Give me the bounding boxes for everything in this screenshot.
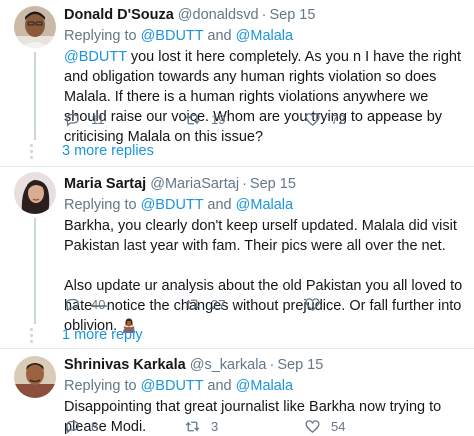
tweet-text: @BDUTT you lost it here completely. As y… xyxy=(64,47,464,147)
show-more-replies[interactable]: 1 more reply xyxy=(62,325,143,345)
user-handle[interactable]: @s_karkala xyxy=(190,357,267,373)
thread-line xyxy=(34,218,36,324)
user-handle[interactable]: @donaldsvd xyxy=(178,7,259,23)
retweet-button[interactable]: 27 xyxy=(184,296,304,313)
thread-dots xyxy=(30,325,33,346)
replying-and: and xyxy=(207,197,232,213)
reply-mention-bdutt[interactable]: @BDUTT xyxy=(141,378,204,394)
tweet-date[interactable]: Sep 15 xyxy=(269,7,315,23)
show-more-replies[interactable]: 3 more replies xyxy=(62,141,154,161)
like-button[interactable]: 72 xyxy=(304,111,424,128)
avatar-maria[interactable] xyxy=(14,172,56,214)
tweet-date[interactable]: Sep 15 xyxy=(277,357,323,373)
reply-icon xyxy=(66,113,79,126)
reply-icon xyxy=(66,298,79,311)
reply-mention-bdutt[interactable]: @BDUTT xyxy=(141,197,204,213)
retweet-button[interactable]: 19 xyxy=(184,111,304,128)
heart-icon xyxy=(305,297,320,311)
reply-count: 40 xyxy=(91,296,106,312)
display-name[interactable]: Donald D'Souza xyxy=(64,7,174,23)
retweet-count: 27 xyxy=(211,296,226,312)
thread-line xyxy=(34,52,36,140)
replying-to: Replying to @BDUTT and @Malala xyxy=(64,195,464,215)
retweet-icon xyxy=(185,113,200,125)
reply-mention-malala[interactable]: @Malala xyxy=(236,197,293,213)
like-count: 72 xyxy=(331,111,346,127)
replying-to: Replying to @BDUTT and @Malala xyxy=(64,376,464,396)
retweet-icon xyxy=(185,420,200,432)
reply-mention-malala[interactable]: @Malala xyxy=(236,378,293,394)
separator-dot: · xyxy=(261,7,267,23)
like-count: 54 xyxy=(331,418,346,434)
reply-button[interactable]: 40 xyxy=(64,296,184,313)
tweet-actions: 40 27 xyxy=(64,294,424,314)
tweet-shrinivas[interactable]: Shrinivas Karkala @s_karkala · Sep 15 Reply… xyxy=(0,349,474,436)
retweet-button[interactable]: 3 xyxy=(184,418,304,435)
replying-to: Replying to @BDUTT and @Malala xyxy=(64,26,464,46)
tweet-actions: 8 3 54 xyxy=(64,416,424,436)
like-button[interactable]: 54 xyxy=(304,418,424,435)
user-handle[interactable]: @MariaSartaj xyxy=(150,176,239,192)
tweet-header: Shrinivas Karkala @s_karkala · Sep 15 xyxy=(64,355,464,375)
separator-dot: · xyxy=(269,357,275,373)
retweet-count: 19 xyxy=(211,111,226,127)
tweet-date[interactable]: Sep 15 xyxy=(250,176,296,192)
tweet-maria[interactable]: Maria Sartaj @MariaSartaj · Sep 15 Replying… xyxy=(0,167,474,347)
heart-icon xyxy=(305,419,320,433)
replying-to-label: Replying to xyxy=(64,28,137,44)
tweet-actions: 11 19 72 xyxy=(64,109,424,129)
reply-icon xyxy=(66,420,79,433)
reply-button[interactable]: 8 xyxy=(64,418,184,435)
reply-mention-bdutt[interactable]: @BDUTT xyxy=(141,28,204,44)
tweet-donald[interactable]: Donald D'Souza @donaldsvd · Sep 15 Replying… xyxy=(0,0,474,160)
like-button[interactable] xyxy=(304,296,424,313)
tweet-header: Maria Sartaj @MariaSartaj · Sep 15 xyxy=(64,174,464,194)
reply-mention-malala[interactable]: @Malala xyxy=(236,28,293,44)
thread-dots xyxy=(30,141,33,162)
separator-dot: · xyxy=(242,176,247,192)
reply-count: 8 xyxy=(91,418,99,434)
replying-and: and xyxy=(207,28,232,44)
heart-icon xyxy=(305,112,320,126)
tweet-text-paragraph-1: Barkha, you clearly don't keep urself up… xyxy=(64,218,457,254)
replying-to-label: Replying to xyxy=(64,197,137,213)
avatar-donald[interactable] xyxy=(14,6,56,48)
tweet-header: Donald D'Souza @donaldsvd · Sep 15 xyxy=(64,5,464,25)
replying-and: and xyxy=(207,378,232,394)
reply-count: 11 xyxy=(91,111,105,127)
reply-button[interactable]: 11 xyxy=(64,111,184,128)
avatar-shrinivas[interactable] xyxy=(14,356,56,398)
retweet-count: 3 xyxy=(211,418,219,434)
replying-to-label: Replying to xyxy=(64,378,137,394)
retweet-icon xyxy=(185,298,200,310)
display-name[interactable]: Shrinivas Karkala xyxy=(64,357,186,373)
text-mention[interactable]: @BDUTT xyxy=(64,49,127,65)
display-name[interactable]: Maria Sartaj xyxy=(64,176,146,192)
